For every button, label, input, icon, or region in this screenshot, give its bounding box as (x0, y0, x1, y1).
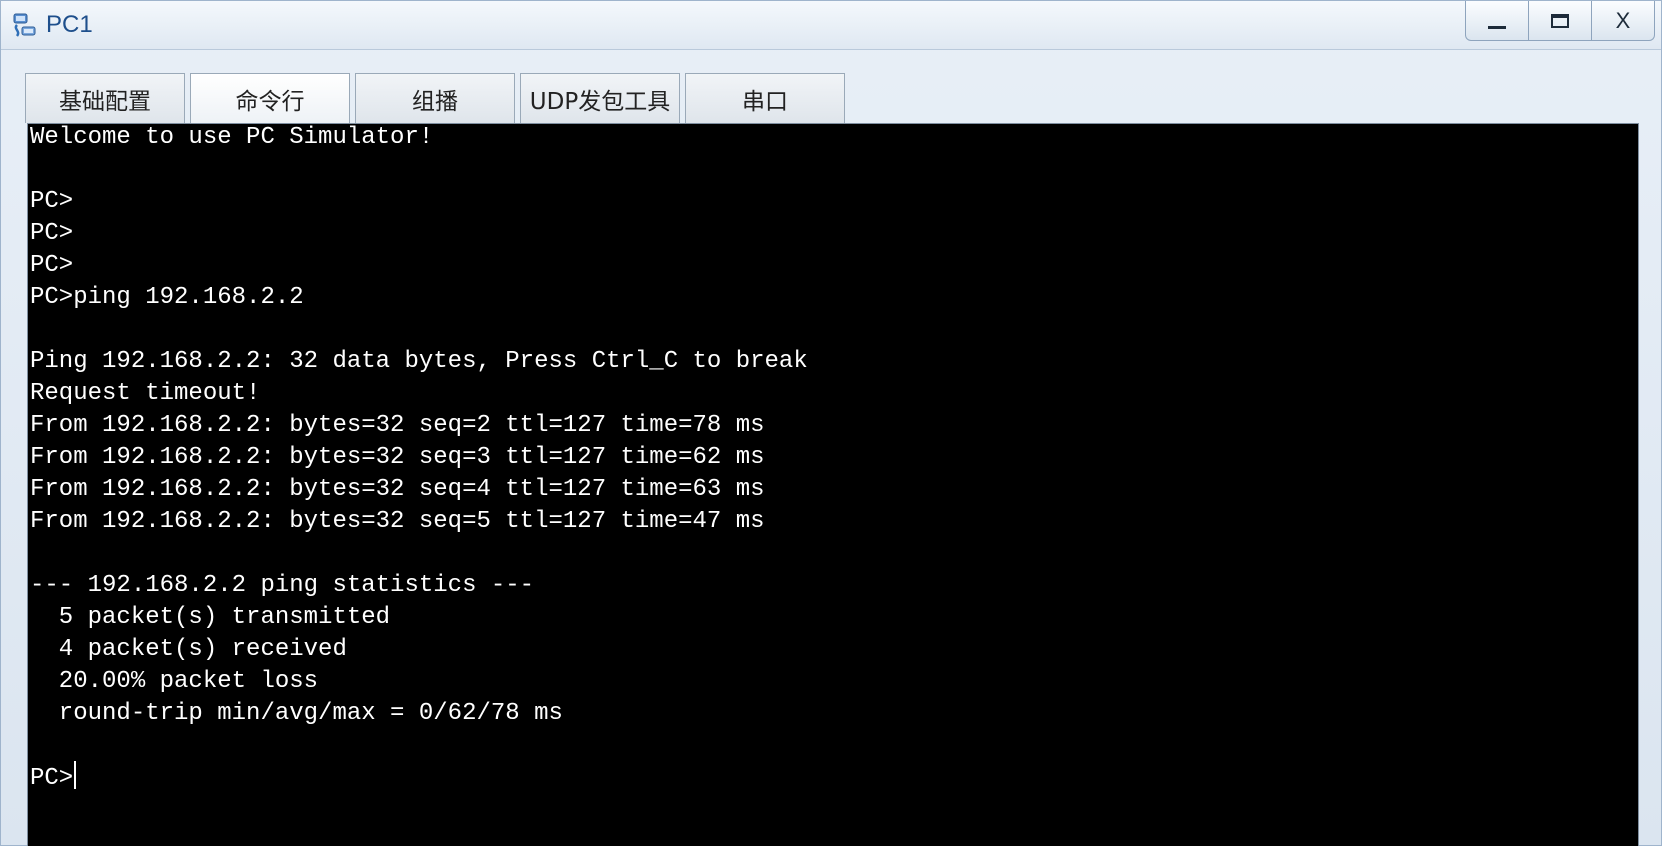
title-bar[interactable]: PC1 X (1, 1, 1661, 50)
pc-simulator-window: PC1 X 基础配置 命令行 组播 UDP发包工具 串口 Welcome to … (0, 0, 1662, 846)
terminal-line: From 192.168.2.2: bytes=32 seq=5 ttl=127… (30, 508, 765, 535)
terminal-line: PC> (30, 188, 74, 215)
terminal-line: Welcome to use PC Simulator! (30, 124, 434, 151)
terminal-line: 20.00% packet loss (30, 668, 319, 695)
tab-command-line[interactable]: 命令行 (190, 73, 350, 123)
window-title: PC1 (46, 11, 93, 38)
terminal-line: From 192.168.2.2: bytes=32 seq=4 ttl=127… (30, 476, 765, 503)
minimize-button[interactable] (1465, 1, 1529, 41)
terminal-line: PC> (30, 252, 74, 279)
terminal-line: Ping 192.168.2.2: 32 data bytes, Press C… (30, 348, 808, 375)
terminal-line: round-trip min/avg/max = 0/62/78 ms (30, 700, 563, 727)
terminal-prompt: PC> (30, 765, 74, 792)
minimize-icon (1488, 26, 1506, 29)
terminal-line: From 192.168.2.2: bytes=32 seq=3 ttl=127… (30, 444, 765, 471)
terminal-line: 5 packet(s) transmitted (30, 604, 391, 631)
command-line-terminal[interactable]: Welcome to use PC Simulator! PC> PC> PC>… (27, 123, 1639, 846)
window-controls: X (1465, 1, 1655, 41)
tab-udp-tool[interactable]: UDP发包工具 (520, 73, 680, 123)
terminal-line: --- 192.168.2.2 ping statistics --- (30, 572, 535, 599)
maximize-button[interactable] (1528, 1, 1592, 41)
close-icon: X (1615, 7, 1631, 33)
tab-bar: 基础配置 命令行 组播 UDP发包工具 串口 (25, 73, 850, 123)
maximize-icon (1551, 13, 1569, 28)
tab-basic-config[interactable]: 基础配置 (25, 73, 185, 123)
terminal-line: 4 packet(s) received (30, 636, 347, 663)
tab-multicast[interactable]: 组播 (355, 73, 515, 123)
terminal-line: PC>ping 192.168.2.2 (30, 284, 304, 311)
terminal-line: Request timeout! (30, 380, 261, 407)
text-cursor (74, 761, 77, 789)
terminal-prompt-line[interactable]: PC> (30, 761, 77, 796)
terminal-line: From 192.168.2.2: bytes=32 seq=2 ttl=127… (30, 412, 765, 439)
terminal-line: PC> (30, 220, 74, 247)
close-button[interactable]: X (1591, 1, 1655, 41)
pc-icon (13, 13, 36, 37)
tab-serial-port[interactable]: 串口 (685, 73, 845, 123)
